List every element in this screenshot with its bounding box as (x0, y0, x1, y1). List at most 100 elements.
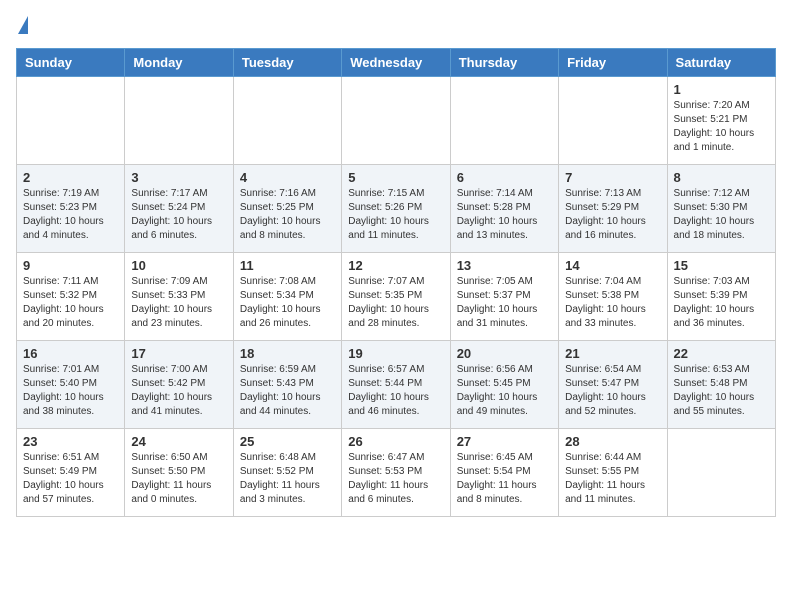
day-number: 9 (23, 258, 118, 273)
day-number: 13 (457, 258, 552, 273)
day-number: 10 (131, 258, 226, 273)
logo (16, 16, 28, 36)
calendar-cell: 13 Sunrise: 7:05 AM Sunset: 5:37 PM Dayli… (450, 253, 558, 341)
day-info: Sunrise: 6:54 AM Sunset: 5:47 PM Dayligh… (565, 363, 660, 419)
day-number: 14 (565, 258, 660, 273)
day-info: Sunrise: 7:00 AM Sunset: 5:42 PM Dayligh… (131, 363, 226, 419)
day-info: Sunrise: 7:07 AM Sunset: 5:35 PM Dayligh… (348, 275, 443, 331)
calendar-header-sunday: Sunday (17, 49, 125, 77)
day-number: 16 (23, 346, 118, 361)
calendar-cell (667, 429, 775, 517)
day-number: 20 (457, 346, 552, 361)
calendar-cell: 19 Sunrise: 6:57 AM Sunset: 5:44 PM Dayli… (342, 341, 450, 429)
calendar-cell: 28 Sunrise: 6:44 AM Sunset: 5:55 PM Dayli… (559, 429, 667, 517)
day-info: Sunrise: 6:50 AM Sunset: 5:50 PM Dayligh… (131, 451, 226, 507)
calendar-header-saturday: Saturday (667, 49, 775, 77)
calendar-cell: 11 Sunrise: 7:08 AM Sunset: 5:34 PM Dayli… (233, 253, 341, 341)
calendar-cell: 16 Sunrise: 7:01 AM Sunset: 5:40 PM Dayli… (17, 341, 125, 429)
calendar-cell: 12 Sunrise: 7:07 AM Sunset: 5:35 PM Dayli… (342, 253, 450, 341)
calendar-cell: 24 Sunrise: 6:50 AM Sunset: 5:50 PM Dayli… (125, 429, 233, 517)
day-info: Sunrise: 6:51 AM Sunset: 5:49 PM Dayligh… (23, 451, 118, 507)
calendar-header-thursday: Thursday (450, 49, 558, 77)
day-number: 17 (131, 346, 226, 361)
calendar-header-row: SundayMondayTuesdayWednesdayThursdayFrid… (17, 49, 776, 77)
day-info: Sunrise: 7:08 AM Sunset: 5:34 PM Dayligh… (240, 275, 335, 331)
calendar-cell: 14 Sunrise: 7:04 AM Sunset: 5:38 PM Dayli… (559, 253, 667, 341)
day-number: 12 (348, 258, 443, 273)
day-info: Sunrise: 7:14 AM Sunset: 5:28 PM Dayligh… (457, 187, 552, 243)
calendar-table: SundayMondayTuesdayWednesdayThursdayFrid… (16, 48, 776, 517)
day-number: 23 (23, 434, 118, 449)
calendar-cell: 25 Sunrise: 6:48 AM Sunset: 5:52 PM Dayli… (233, 429, 341, 517)
day-info: Sunrise: 6:44 AM Sunset: 5:55 PM Dayligh… (565, 451, 660, 507)
day-number: 19 (348, 346, 443, 361)
calendar-week-row: 16 Sunrise: 7:01 AM Sunset: 5:40 PM Dayli… (17, 341, 776, 429)
day-info: Sunrise: 6:59 AM Sunset: 5:43 PM Dayligh… (240, 363, 335, 419)
day-info: Sunrise: 6:47 AM Sunset: 5:53 PM Dayligh… (348, 451, 443, 507)
day-info: Sunrise: 7:11 AM Sunset: 5:32 PM Dayligh… (23, 275, 118, 331)
calendar-cell: 1 Sunrise: 7:20 AM Sunset: 5:21 PM Daylig… (667, 77, 775, 165)
calendar-cell: 27 Sunrise: 6:45 AM Sunset: 5:54 PM Dayli… (450, 429, 558, 517)
day-number: 24 (131, 434, 226, 449)
calendar-cell: 22 Sunrise: 6:53 AM Sunset: 5:48 PM Dayli… (667, 341, 775, 429)
day-number: 2 (23, 170, 118, 185)
calendar-cell: 8 Sunrise: 7:12 AM Sunset: 5:30 PM Daylig… (667, 165, 775, 253)
calendar-cell: 15 Sunrise: 7:03 AM Sunset: 5:39 PM Dayli… (667, 253, 775, 341)
day-info: Sunrise: 6:56 AM Sunset: 5:45 PM Dayligh… (457, 363, 552, 419)
calendar-header-monday: Monday (125, 49, 233, 77)
day-number: 15 (674, 258, 769, 273)
day-info: Sunrise: 7:12 AM Sunset: 5:30 PM Dayligh… (674, 187, 769, 243)
day-info: Sunrise: 7:03 AM Sunset: 5:39 PM Dayligh… (674, 275, 769, 331)
day-number: 27 (457, 434, 552, 449)
day-number: 1 (674, 82, 769, 97)
calendar-cell: 21 Sunrise: 6:54 AM Sunset: 5:47 PM Dayli… (559, 341, 667, 429)
day-info: Sunrise: 7:01 AM Sunset: 5:40 PM Dayligh… (23, 363, 118, 419)
day-info: Sunrise: 6:53 AM Sunset: 5:48 PM Dayligh… (674, 363, 769, 419)
calendar-week-row: 1 Sunrise: 7:20 AM Sunset: 5:21 PM Daylig… (17, 77, 776, 165)
day-info: Sunrise: 7:05 AM Sunset: 5:37 PM Dayligh… (457, 275, 552, 331)
day-info: Sunrise: 7:19 AM Sunset: 5:23 PM Dayligh… (23, 187, 118, 243)
logo-triangle-icon (18, 16, 28, 34)
day-number: 5 (348, 170, 443, 185)
day-info: Sunrise: 7:16 AM Sunset: 5:25 PM Dayligh… (240, 187, 335, 243)
calendar-cell (125, 77, 233, 165)
day-info: Sunrise: 7:20 AM Sunset: 5:21 PM Dayligh… (674, 99, 769, 155)
calendar-cell: 26 Sunrise: 6:47 AM Sunset: 5:53 PM Dayli… (342, 429, 450, 517)
day-info: Sunrise: 7:09 AM Sunset: 5:33 PM Dayligh… (131, 275, 226, 331)
day-number: 18 (240, 346, 335, 361)
calendar-cell: 17 Sunrise: 7:00 AM Sunset: 5:42 PM Dayli… (125, 341, 233, 429)
day-info: Sunrise: 7:17 AM Sunset: 5:24 PM Dayligh… (131, 187, 226, 243)
calendar-cell: 9 Sunrise: 7:11 AM Sunset: 5:32 PM Daylig… (17, 253, 125, 341)
day-number: 25 (240, 434, 335, 449)
day-number: 26 (348, 434, 443, 449)
calendar-cell: 3Sunrise: 7:17 AM Sunset: 5:24 PM Daylig… (125, 165, 233, 253)
header (16, 16, 776, 36)
day-number: 6 (457, 170, 552, 185)
day-number: 4 (240, 170, 335, 185)
calendar-cell: 10 Sunrise: 7:09 AM Sunset: 5:33 PM Dayli… (125, 253, 233, 341)
day-info: Sunrise: 7:13 AM Sunset: 5:29 PM Dayligh… (565, 187, 660, 243)
day-number: 21 (565, 346, 660, 361)
calendar-header-friday: Friday (559, 49, 667, 77)
day-number: 8 (674, 170, 769, 185)
calendar-cell: 2 Sunrise: 7:19 AM Sunset: 5:23 PM Daylig… (17, 165, 125, 253)
day-info: Sunrise: 6:57 AM Sunset: 5:44 PM Dayligh… (348, 363, 443, 419)
calendar-header-tuesday: Tuesday (233, 49, 341, 77)
day-number: 22 (674, 346, 769, 361)
day-number: 7 (565, 170, 660, 185)
calendar-header-wednesday: Wednesday (342, 49, 450, 77)
day-info: Sunrise: 6:48 AM Sunset: 5:52 PM Dayligh… (240, 451, 335, 507)
day-info: Sunrise: 6:45 AM Sunset: 5:54 PM Dayligh… (457, 451, 552, 507)
calendar-week-row: 2 Sunrise: 7:19 AM Sunset: 5:23 PM Daylig… (17, 165, 776, 253)
calendar-week-row: 23 Sunrise: 6:51 AM Sunset: 5:49 PM Dayli… (17, 429, 776, 517)
calendar-cell (559, 77, 667, 165)
calendar-cell: 23 Sunrise: 6:51 AM Sunset: 5:49 PM Dayli… (17, 429, 125, 517)
calendar-cell: 4 Sunrise: 7:16 AM Sunset: 5:25 PM Daylig… (233, 165, 341, 253)
calendar-cell: 7 Sunrise: 7:13 AM Sunset: 5:29 PM Daylig… (559, 165, 667, 253)
calendar-cell: 6 Sunrise: 7:14 AM Sunset: 5:28 PM Daylig… (450, 165, 558, 253)
day-number: 28 (565, 434, 660, 449)
calendar-cell: 20 Sunrise: 6:56 AM Sunset: 5:45 PM Dayli… (450, 341, 558, 429)
page: SundayMondayTuesdayWednesdayThursdayFrid… (0, 0, 792, 533)
day-info: Sunrise: 7:04 AM Sunset: 5:38 PM Dayligh… (565, 275, 660, 331)
day-number: 11 (240, 258, 335, 273)
